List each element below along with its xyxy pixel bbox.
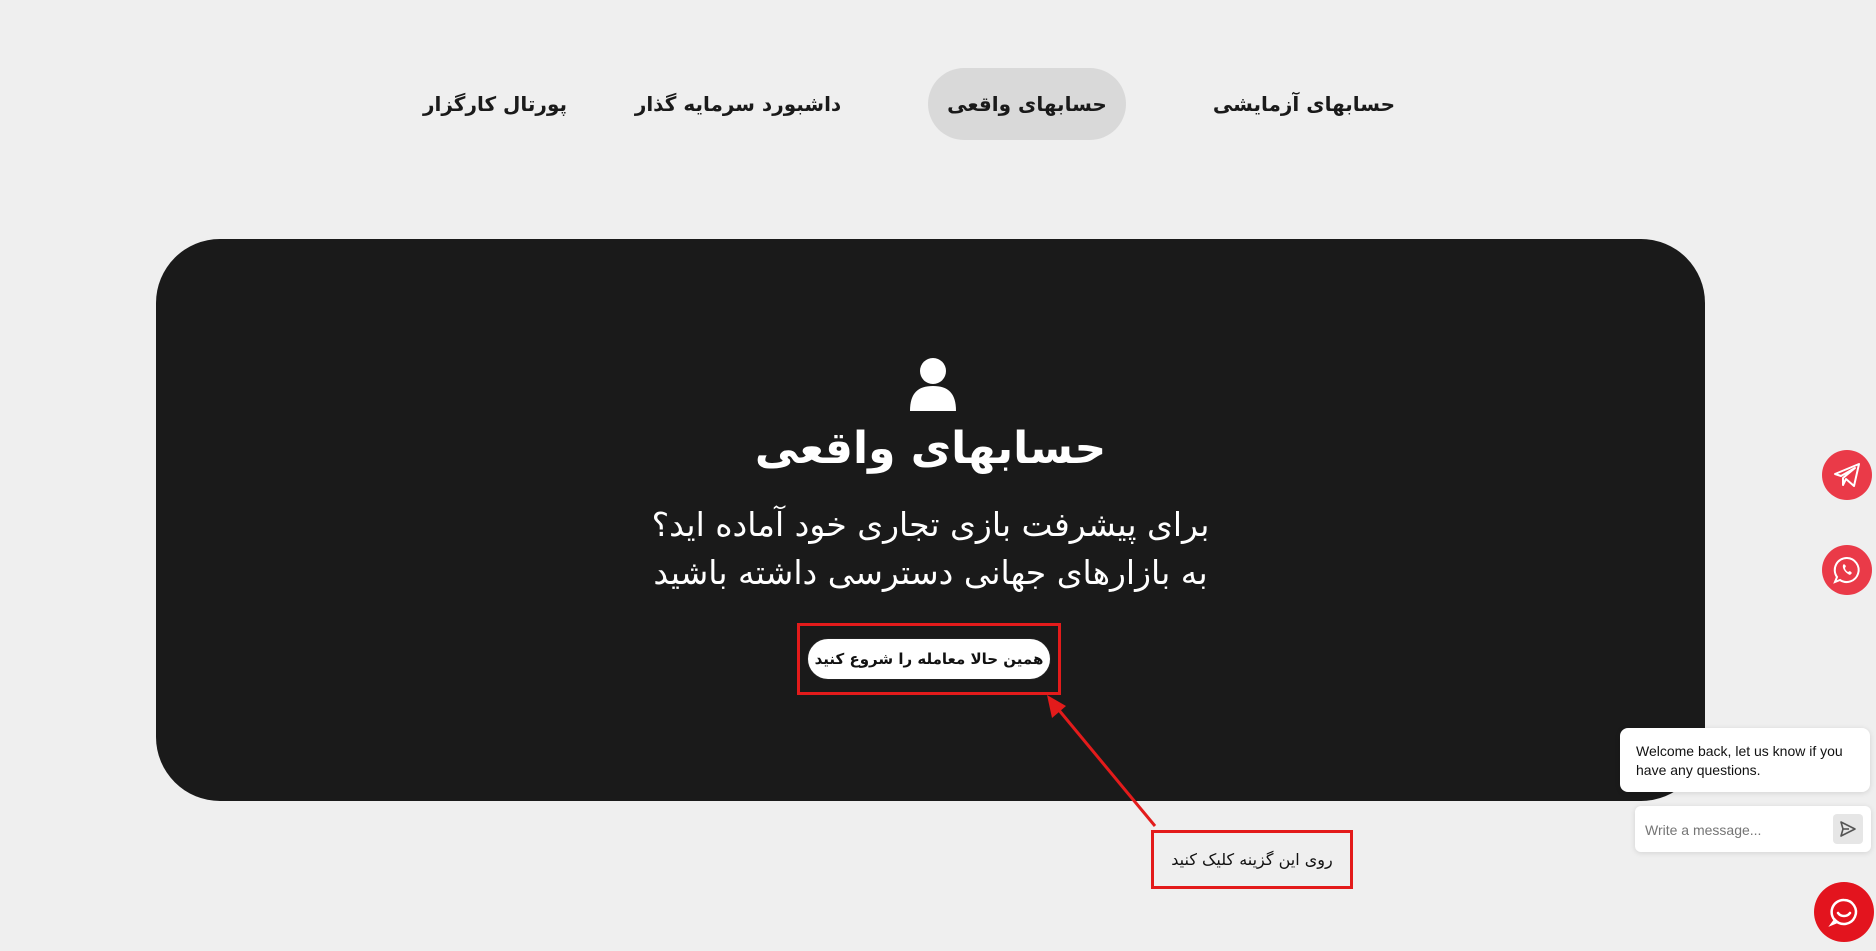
telegram-button[interactable] bbox=[1822, 450, 1872, 500]
chat-icon bbox=[1828, 898, 1858, 927]
hero-title: حسابهای واقعی bbox=[754, 423, 1107, 474]
tab-real-accounts[interactable]: حسابهای واقعی bbox=[928, 68, 1126, 140]
user-icon bbox=[910, 358, 956, 411]
annotation-highlight-box bbox=[797, 623, 1061, 695]
chat-message-input[interactable] bbox=[1643, 814, 1827, 846]
whatsapp-button[interactable] bbox=[1822, 545, 1872, 595]
tab-demo-accounts[interactable]: حسابهای آزمایشی bbox=[1213, 68, 1395, 140]
hero-card: حسابهای واقعی برای پیشرفت بازی تجاری خود… bbox=[156, 239, 1705, 801]
chat-input-container bbox=[1635, 806, 1871, 852]
hero-subtitle-line2: به بازارهای جهانی دسترسی داشته باشید bbox=[653, 553, 1208, 592]
annotation-note: روی این گزینه کلیک کنید bbox=[1151, 830, 1353, 889]
tab-investor-dashboard[interactable]: داشبورد سرمایه گذار bbox=[635, 68, 841, 140]
hero-subtitle-line1: برای پیشرفت بازی تجاری خود آماده اید؟ bbox=[651, 505, 1210, 544]
send-icon bbox=[1840, 821, 1856, 837]
chat-launcher-button[interactable] bbox=[1814, 882, 1874, 942]
tab-broker-portal[interactable]: پورتال کارگزار bbox=[423, 68, 567, 140]
nav-tabs: حسابهای آزمایشی حسابهای واقعی داشبورد سر… bbox=[0, 68, 1876, 140]
chat-send-button[interactable] bbox=[1833, 814, 1863, 844]
telegram-icon bbox=[1834, 463, 1860, 487]
whatsapp-icon bbox=[1833, 556, 1860, 584]
chat-welcome-message: Welcome back, let us know if you have an… bbox=[1620, 728, 1870, 792]
